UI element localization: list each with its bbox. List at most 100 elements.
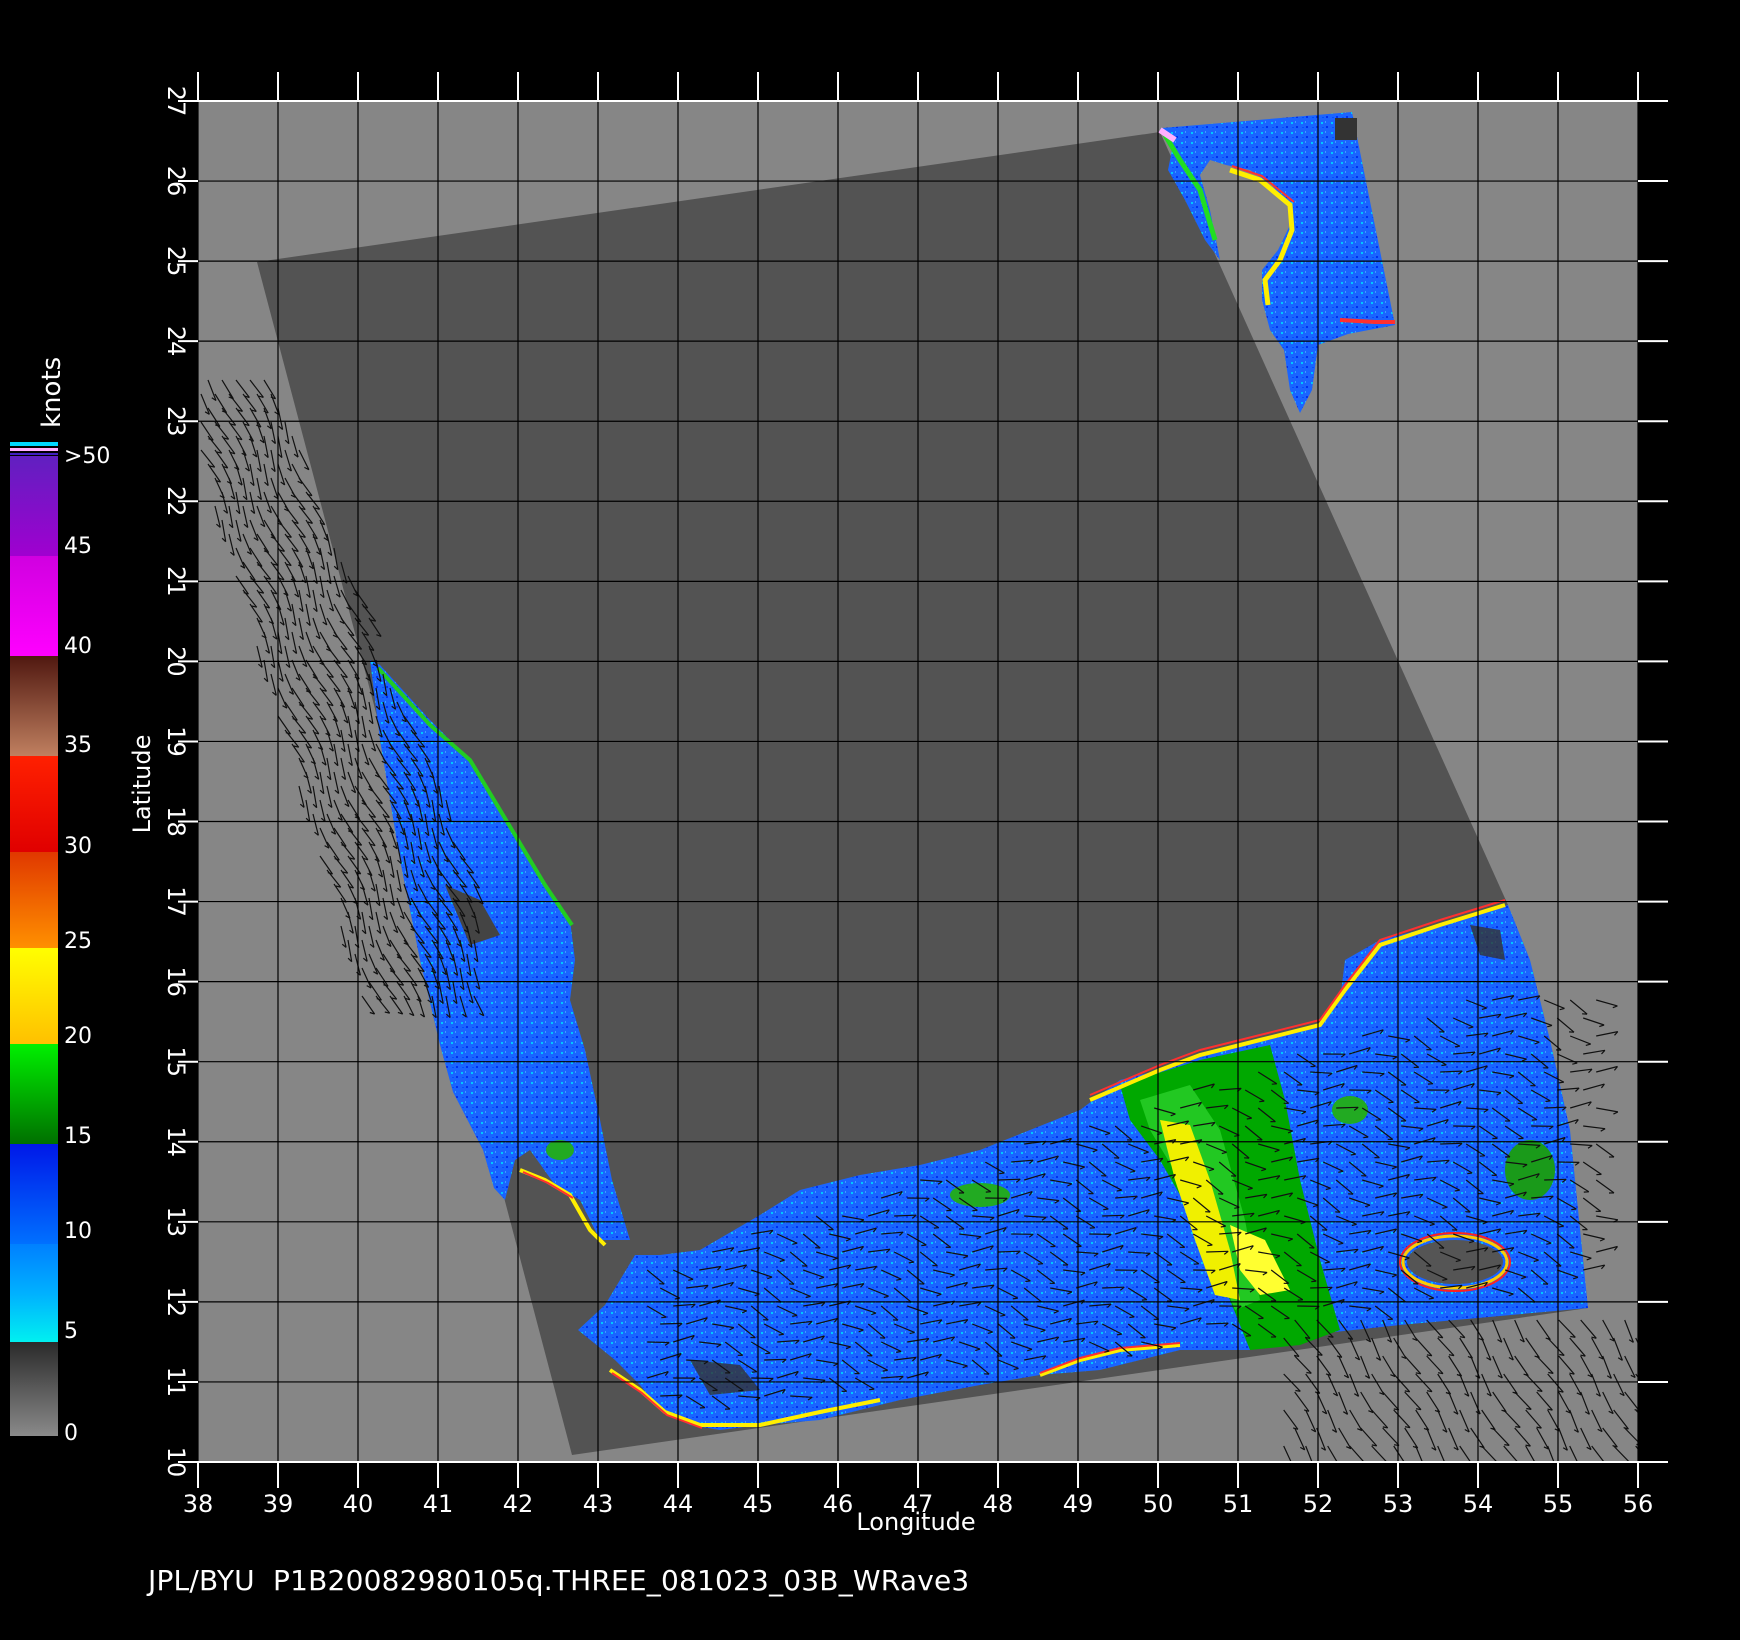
wind-vector-barb bbox=[1421, 1466, 1425, 1469]
wind-vector-barb bbox=[1659, 1408, 1664, 1409]
wind-vector bbox=[1647, 1356, 1662, 1375]
colorbar-label: 20 bbox=[64, 1024, 92, 1049]
colorbar-label: 5 bbox=[64, 1319, 78, 1344]
wind-vector-barb bbox=[1558, 1225, 1564, 1228]
wind-vector bbox=[1544, 1178, 1567, 1181]
lat-tick-label: 17 bbox=[162, 886, 190, 917]
lat-tick-label: 15 bbox=[162, 1046, 190, 1077]
colorbar-label: 0 bbox=[64, 1421, 78, 1446]
wind-vector-barb bbox=[1468, 1464, 1473, 1466]
wind-vector-barb bbox=[1310, 1466, 1314, 1469]
wind-vector-barb bbox=[1545, 1100, 1551, 1103]
lon-tick-label: 45 bbox=[743, 1490, 774, 1518]
wind-vector-barb bbox=[1657, 1446, 1662, 1447]
wind-vector bbox=[1206, 1250, 1229, 1253]
lat-tick-label: 27 bbox=[162, 86, 190, 117]
wind-vector-barb bbox=[1335, 1465, 1340, 1467]
lat-tick-label: 26 bbox=[162, 166, 190, 197]
wind-map: 38 39 40 41 42 43 44 45 46 47 48 49 50 51 52 53 54 55 56 1… bbox=[10, 72, 1668, 1536]
wind-vector-barb bbox=[1295, 1389, 1301, 1392]
wind-vector-barb bbox=[778, 1333, 784, 1336]
lat-tick-label: 14 bbox=[162, 1126, 190, 1157]
wind-vector-barb bbox=[1311, 1280, 1317, 1283]
wind-vector-barb bbox=[1116, 1189, 1122, 1192]
wind-vector bbox=[1647, 1392, 1664, 1409]
wind-vector-barb bbox=[1646, 1392, 1651, 1393]
wind-vector-barb bbox=[1259, 1100, 1265, 1103]
wind-vector-barb bbox=[1012, 1297, 1018, 1300]
wind-vector bbox=[1310, 1286, 1333, 1289]
lon-tick-label: 48 bbox=[983, 1490, 1014, 1518]
colorbar-segment-15-20 bbox=[10, 1044, 58, 1144]
wind-vector-barb bbox=[1571, 1208, 1577, 1211]
lat-tick-label: 10 bbox=[162, 1447, 190, 1478]
wind-vector-barb bbox=[1428, 1297, 1434, 1300]
wind-vector-barb bbox=[674, 1297, 680, 1300]
lon-tick-label: 51 bbox=[1223, 1490, 1254, 1518]
lon-tick-label: 40 bbox=[343, 1490, 374, 1518]
wind-vector-barb bbox=[1363, 1136, 1369, 1139]
wind-vector-barb bbox=[1220, 1225, 1226, 1228]
wind-vector-barb bbox=[1306, 1371, 1312, 1374]
lat-tick-label: 24 bbox=[162, 326, 190, 357]
lat-tick-label: 12 bbox=[162, 1287, 190, 1318]
wind-vector bbox=[894, 1214, 917, 1217]
lat-tick-label: 11 bbox=[162, 1367, 190, 1398]
wind-vector-barb bbox=[921, 1244, 927, 1247]
wind-vector-barb bbox=[1441, 1064, 1447, 1067]
colorbar-segment-40-45 bbox=[10, 556, 58, 656]
wind-vector-barb bbox=[1350, 1153, 1356, 1156]
wind-vector-barb bbox=[1207, 1244, 1213, 1247]
wind-vector bbox=[660, 1322, 683, 1325]
colorbar-label: 40 bbox=[64, 634, 92, 659]
wind-vector-barb bbox=[1515, 1463, 1520, 1464]
wind-vector-barb bbox=[1361, 1463, 1366, 1464]
wind-vector-barb bbox=[1454, 1189, 1460, 1192]
lon-tick-label: 56 bbox=[1623, 1490, 1654, 1518]
lon-tick-label: 42 bbox=[503, 1490, 534, 1518]
lat-tick-label: 16 bbox=[162, 966, 190, 997]
wind-vector-barb bbox=[1558, 1081, 1564, 1084]
wind-vector bbox=[1440, 1142, 1463, 1145]
colorbar: knots >50 45 40 35 30 25 20 15 10 5 0 bbox=[10, 357, 110, 1446]
wind-vector-barb bbox=[1653, 1339, 1657, 1341]
colorbar-label: >50 bbox=[64, 444, 110, 469]
wind-vector-barb bbox=[1648, 1426, 1653, 1427]
wind-vector-barb bbox=[1533, 1465, 1538, 1467]
lon-tick-label: 38 bbox=[183, 1490, 214, 1518]
socotra-island bbox=[1407, 1240, 1503, 1284]
wind-vector-barb bbox=[999, 1172, 1005, 1175]
wind-vector-barb bbox=[1025, 1280, 1031, 1283]
wind-vector-barb bbox=[1324, 1261, 1330, 1264]
latitude-tick-labels: 10 11 12 13 14 15 16 17 18 19 20 21 22 23 24 25 26 27 bbox=[162, 86, 190, 1478]
wind-vector bbox=[998, 1178, 1021, 1181]
footer-caption: JPL/BYU P1B20082980105q.THREE_081023_03B… bbox=[148, 1564, 970, 1597]
colorbar-segment-5-10 bbox=[10, 1244, 58, 1342]
lon-tick-label: 44 bbox=[663, 1490, 694, 1518]
colorbar-segment-0-5 bbox=[10, 1342, 58, 1436]
colorbar-segment-30-35 bbox=[10, 756, 58, 852]
wind-vector-barb bbox=[908, 1261, 914, 1264]
wind-vector-barb bbox=[1515, 1426, 1521, 1428]
wind-vector-barb bbox=[1116, 1333, 1122, 1336]
wind-vector bbox=[1102, 1214, 1125, 1217]
wind-vector-barb bbox=[1552, 1466, 1556, 1469]
lon-tick-label: 49 bbox=[1063, 1490, 1094, 1518]
lat-tick-label: 25 bbox=[162, 246, 190, 277]
x-axis-title: Longitude bbox=[856, 1508, 975, 1536]
wind-vector-barb bbox=[869, 1388, 875, 1391]
colorbar-labels: >50 45 40 35 30 25 20 15 10 5 0 bbox=[64, 444, 110, 1446]
colorbar-segment-25-30 bbox=[10, 852, 58, 948]
lon-tick-label: 52 bbox=[1303, 1490, 1334, 1518]
wind-vector-barb bbox=[1443, 1466, 1447, 1469]
lon-tick-label: 39 bbox=[263, 1490, 294, 1518]
wind-vector bbox=[764, 1358, 787, 1361]
wind-vector-barb bbox=[1504, 1444, 1510, 1446]
lon-tick-label: 43 bbox=[583, 1490, 614, 1518]
colorbar-segment-45-50 bbox=[10, 456, 58, 556]
colorbar-label: 25 bbox=[64, 929, 92, 954]
wind-vector-barb bbox=[661, 1316, 667, 1319]
colorbar-label: 15 bbox=[64, 1124, 92, 1149]
lat-tick-label: 21 bbox=[162, 566, 190, 597]
lon-tick-label: 46 bbox=[823, 1490, 854, 1518]
